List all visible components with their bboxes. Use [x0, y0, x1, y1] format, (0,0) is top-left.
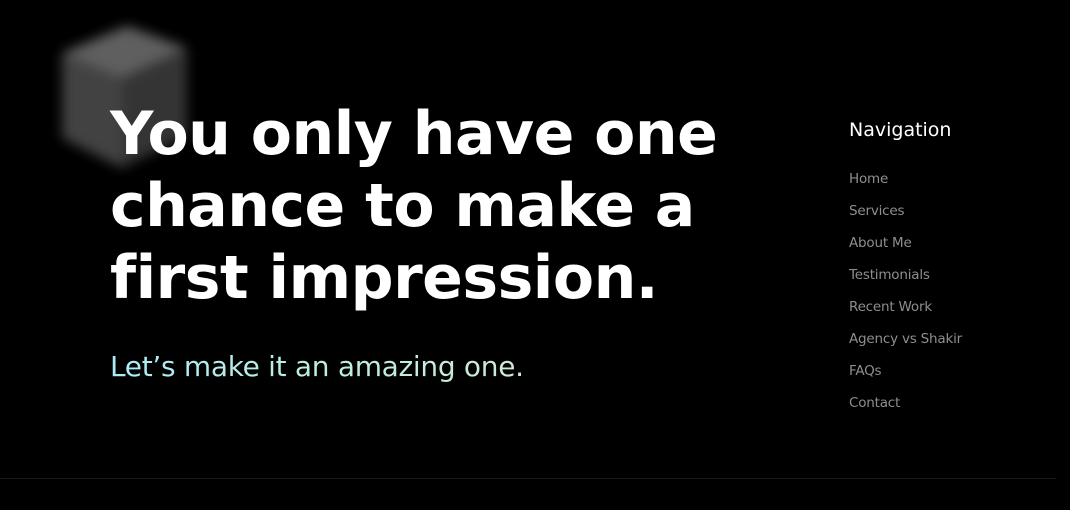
- hero-subheadline: Let’s make it an amazing one.: [110, 348, 524, 386]
- nav-item-recent-work: Recent Work: [849, 298, 1049, 330]
- hero-headline-line: chance to make a: [110, 171, 695, 241]
- nav-item-home: Home: [849, 170, 1049, 202]
- nav-item-testimonials: Testimonials: [849, 266, 1049, 298]
- nav-link-testimonials[interactable]: Testimonials: [849, 267, 930, 283]
- nav-link-contact[interactable]: Contact: [849, 395, 900, 411]
- nav-link-home[interactable]: Home: [849, 171, 888, 187]
- hero-headline: You only have one chance to make a first…: [110, 98, 770, 314]
- nav-item-agency-vs-shakir: Agency vs Shakir: [849, 330, 1049, 362]
- hero-headline-line: first impression.: [110, 243, 659, 313]
- navigation-list: Home Services About Me Testimonials Rece…: [849, 170, 1049, 426]
- footer-divider: [0, 478, 1056, 479]
- nav-item-contact: Contact: [849, 394, 1049, 426]
- nav-item-faqs: FAQs: [849, 362, 1049, 394]
- nav-item-services: Services: [849, 202, 1049, 234]
- navigation-title: Navigation: [849, 119, 952, 141]
- nav-item-about-me: About Me: [849, 234, 1049, 266]
- footer-navigation: Navigation Home Services About Me Testim…: [849, 116, 1049, 426]
- hero-headline-line: You only have one: [110, 99, 718, 169]
- nav-link-services[interactable]: Services: [849, 203, 905, 219]
- nav-link-agency-vs-shakir[interactable]: Agency vs Shakir: [849, 331, 962, 347]
- footer-hero-section: You only have one chance to make a first…: [0, 0, 1070, 510]
- nav-link-faqs[interactable]: FAQs: [849, 363, 882, 379]
- nav-link-about-me[interactable]: About Me: [849, 235, 912, 251]
- nav-link-recent-work[interactable]: Recent Work: [849, 299, 932, 315]
